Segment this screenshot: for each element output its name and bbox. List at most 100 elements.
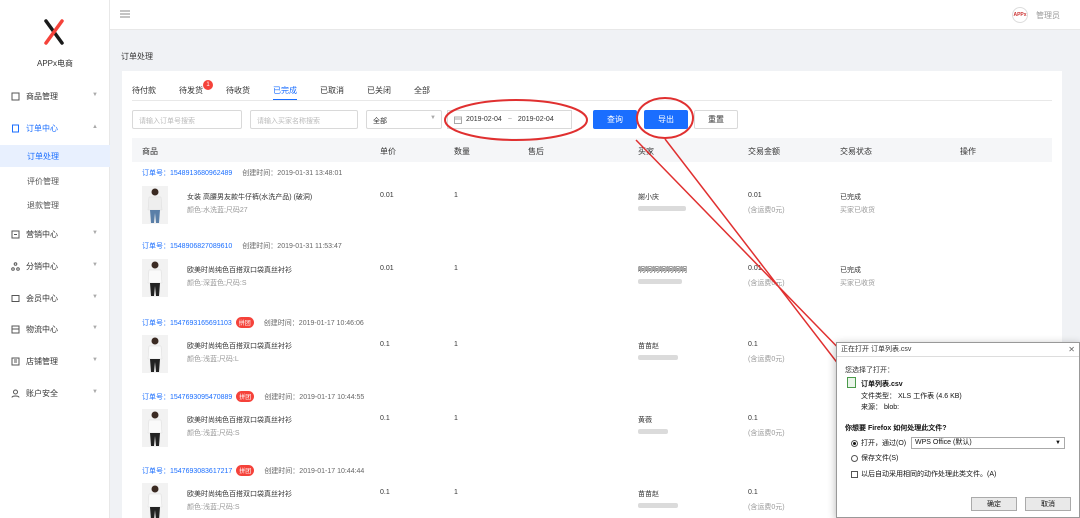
remember-choice-label: 以后自动采用相同的动作处理此类文件。(A) bbox=[861, 471, 997, 478]
close-icon[interactable]: ✕ bbox=[1068, 345, 1075, 354]
buyer-name: 苗苗赵 bbox=[638, 343, 659, 350]
count-badge: 1 bbox=[203, 80, 213, 90]
sidebar-item-shop[interactable]: 店铺管理 ▼ bbox=[0, 350, 110, 372]
query-button[interactable]: 查询 bbox=[593, 110, 637, 129]
unit-price: 0.01 bbox=[380, 192, 394, 199]
sidebar-item-logistics[interactable]: 物流中心 ▼ bbox=[0, 318, 110, 340]
order-number-link[interactable]: 订单号：1547693165691103 bbox=[142, 320, 232, 327]
redacted-text bbox=[638, 355, 678, 360]
remember-choice-checkbox[interactable]: 以后自动采用相同的动作处理此类文件。(A) bbox=[851, 469, 996, 479]
product-name[interactable]: 欧美时尚纯色百搭双口袋真丝衬衫 bbox=[187, 415, 292, 425]
sidebar-item-refunds[interactable]: 退款管理 bbox=[0, 194, 110, 216]
order-status-tabs: 待付款 待发货 1 待收货 已完成 已取消 已关闭 全部 bbox=[132, 80, 453, 101]
chevron-down-icon: ▼ bbox=[92, 389, 98, 395]
dialog-question: 你想要 Firefox 如何处理此文件? bbox=[845, 425, 947, 432]
tab-pending-shipment[interactable]: 待发货 1 bbox=[179, 80, 213, 101]
export-button[interactable]: 导出 bbox=[644, 110, 688, 129]
admin-name[interactable]: 管理员 bbox=[1036, 10, 1060, 21]
tab-label: 待发货 bbox=[179, 86, 203, 95]
shipping-fee: (含运费0元) bbox=[748, 430, 785, 437]
column-header: 数量 bbox=[454, 147, 470, 156]
quantity: 1 bbox=[454, 192, 458, 199]
tab-cancelled[interactable]: 已取消 bbox=[320, 85, 344, 101]
column-header: 交易金额 bbox=[748, 147, 780, 156]
sidebar-item-label: 物流中心 bbox=[26, 324, 58, 334]
brand-name: APPx电商 bbox=[36, 59, 73, 68]
order-number-search-input[interactable]: 请输入订单号搜索 bbox=[132, 110, 242, 129]
order-number-link[interactable]: 订单号：1547693095470889 bbox=[142, 394, 232, 401]
ok-button[interactable]: 确定 bbox=[971, 497, 1017, 511]
product-spec: 颜色:浅蓝;尺码:S bbox=[187, 430, 240, 437]
sidebar-item-orders[interactable]: 订单中心 ▲ bbox=[0, 117, 110, 139]
cancel-button[interactable]: 取消 bbox=[1025, 497, 1071, 511]
sidebar-item-marketing[interactable]: 营销中心 ▼ bbox=[0, 223, 110, 245]
dialog-title: 正在打开 订单列表.csv bbox=[837, 343, 1079, 357]
column-header: 单价 bbox=[380, 147, 396, 156]
chevron-down-icon: ▼ bbox=[92, 325, 98, 331]
product-image[interactable] bbox=[142, 335, 168, 373]
trade-amount: 0.01 bbox=[748, 265, 762, 272]
open-with-radio[interactable]: 打开，通过(O) bbox=[851, 438, 906, 448]
radio-unselected-icon bbox=[851, 454, 858, 462]
tab-closed[interactable]: 已关闭 bbox=[367, 85, 391, 101]
save-file-radio[interactable]: 保存文件(S) bbox=[851, 453, 898, 463]
avatar[interactable]: APPx bbox=[1012, 7, 1028, 23]
tab-pending-receipt[interactable]: 待收货 bbox=[226, 85, 250, 101]
product-name[interactable]: 欧美时尚纯色百搭双口袋真丝衬衫 bbox=[187, 265, 292, 275]
open-with-app-select[interactable]: WPS Office (默认) ▼ bbox=[911, 437, 1065, 449]
tab-all[interactable]: 全部 bbox=[414, 85, 430, 101]
dialog-filetype: 文件类型： XLS 工作表 (4.6 KB) bbox=[861, 393, 962, 400]
column-header: 买家 bbox=[638, 147, 654, 156]
sidebar-item-order-processing[interactable]: 订单处理 bbox=[0, 145, 110, 167]
column-header: 交易状态 bbox=[840, 147, 872, 156]
order-header: 订单号：1548906827089610 创建时间：2019-01-31 11:5… bbox=[142, 241, 342, 251]
buyer-name: 苗苗赵 bbox=[638, 491, 659, 498]
sidebar-item-label: 店铺管理 bbox=[26, 356, 58, 366]
menu-toggle-icon[interactable] bbox=[120, 9, 130, 19]
order-created-time: 创建时间：2019-01-31 13:48:01 bbox=[242, 170, 343, 177]
goods-icon bbox=[10, 91, 20, 101]
chevron-down-icon: ▼ bbox=[92, 262, 98, 268]
reset-button[interactable]: 重置 bbox=[694, 110, 738, 129]
tab-completed[interactable]: 已完成 bbox=[273, 85, 297, 101]
trade-amount: 0.1 bbox=[748, 415, 758, 422]
sidebar-item-distribution[interactable]: 分销中心 ▼ bbox=[0, 255, 110, 277]
trade-amount: 0.1 bbox=[748, 341, 758, 348]
status-select[interactable]: 全部 ▼ bbox=[366, 110, 442, 129]
date-range-picker[interactable]: 2019-02-04 ~ 2019-02-04 bbox=[447, 110, 572, 129]
sidebar-item-reviews[interactable]: 评价管理 bbox=[0, 170, 110, 192]
sidebar-item-goods[interactable]: 商品管理 ▼ bbox=[0, 85, 110, 107]
order-number-link[interactable]: 订单号：1548913680962489 bbox=[142, 170, 232, 177]
order-icon bbox=[10, 123, 20, 133]
buyer-search-input[interactable]: 请输入买家名称搜索 bbox=[250, 110, 358, 129]
sidebar-item-members[interactable]: 会员中心 ▼ bbox=[0, 287, 110, 309]
product-image[interactable] bbox=[142, 186, 168, 224]
group-buy-badge: 拼团 bbox=[236, 465, 255, 476]
product-name[interactable]: 女装 高腰男友款牛仔裤(水洗产品) (破洞) bbox=[187, 192, 312, 202]
dialog-filename: 订单列表.csv bbox=[861, 381, 903, 388]
product-image[interactable] bbox=[142, 409, 168, 447]
product-image[interactable] bbox=[142, 483, 168, 518]
shop-icon bbox=[10, 356, 20, 366]
order-number-link[interactable]: 订单号：1548906827089610 bbox=[142, 243, 232, 250]
unit-price: 0.1 bbox=[380, 341, 390, 348]
sidebar-item-account-security[interactable]: 账户安全 ▼ bbox=[0, 382, 110, 404]
sidebar-item-label: 营销中心 bbox=[26, 229, 58, 239]
marketing-icon bbox=[10, 229, 20, 239]
product-image[interactable] bbox=[142, 259, 168, 297]
chevron-down-icon: ▼ bbox=[92, 230, 98, 236]
order-number-link[interactable]: 订单号：1547693083617217 bbox=[142, 468, 232, 475]
product-name[interactable]: 欧美时尚纯色百搭双口袋真丝衬衫 bbox=[187, 341, 292, 351]
unit-price: 0.1 bbox=[380, 415, 390, 422]
distribution-icon bbox=[10, 261, 20, 271]
column-header: 商品 bbox=[142, 147, 158, 156]
product-name[interactable]: 欧美时尚纯色百搭双口袋真丝衬衫 bbox=[187, 489, 292, 499]
product-spec: 颜色:深蓝色;尺码:S bbox=[187, 280, 247, 287]
trade-status-detail: 买家已收货 bbox=[840, 280, 875, 287]
redacted-text bbox=[638, 503, 678, 508]
quantity: 1 bbox=[454, 415, 458, 422]
quantity: 1 bbox=[454, 265, 458, 272]
order-header: 订单号：1547693083617217 拼团 创建时间：2019-01-17 10… bbox=[142, 465, 364, 476]
save-file-label: 保存文件(S) bbox=[861, 455, 899, 462]
tab-pending-payment[interactable]: 待付款 bbox=[132, 85, 156, 101]
